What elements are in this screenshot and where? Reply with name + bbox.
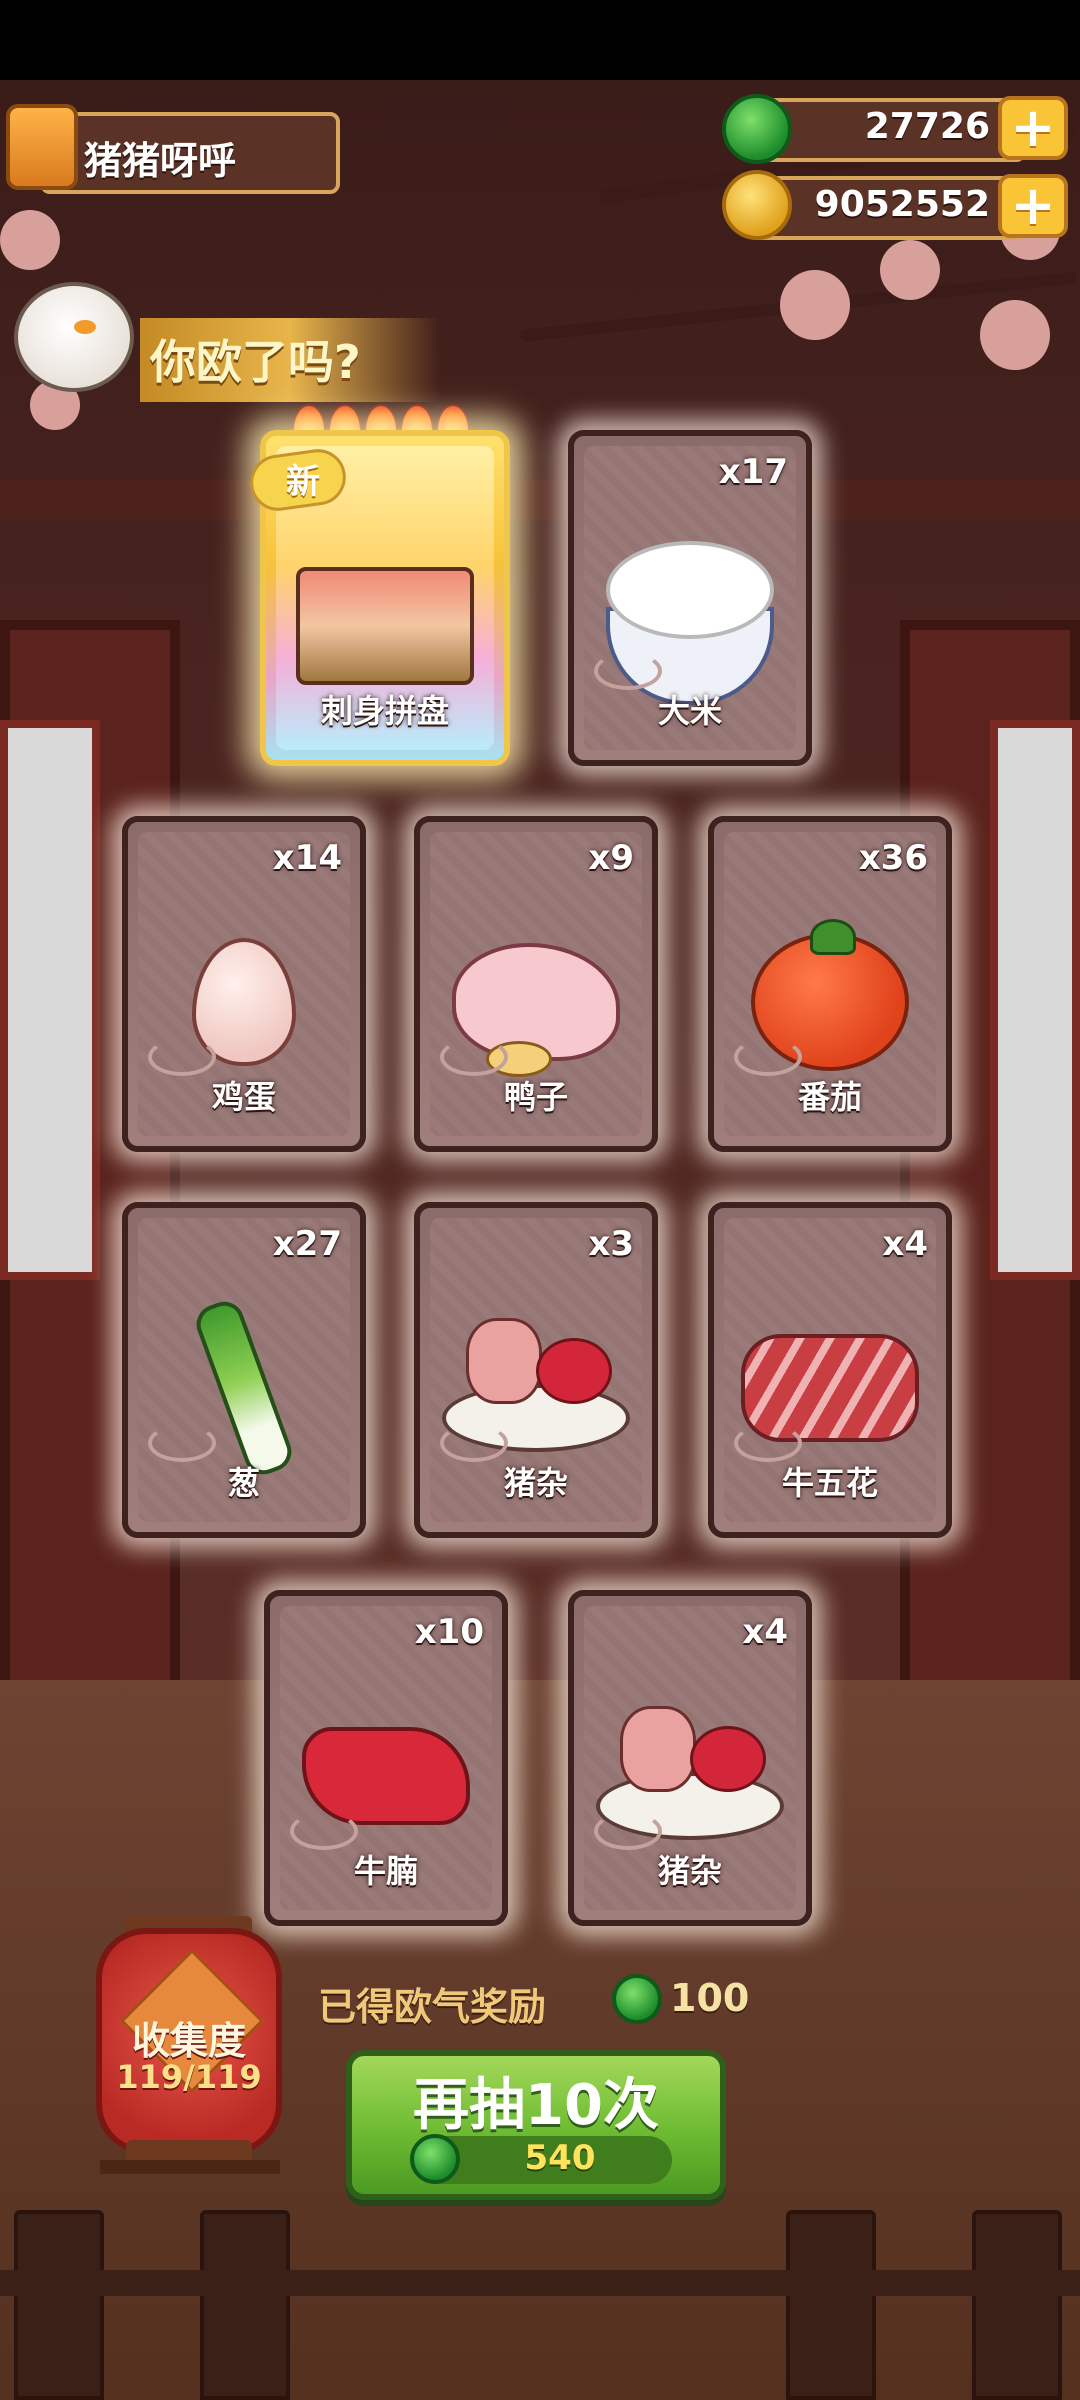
card-swirl-decoration: [594, 652, 662, 690]
card-count: x10: [414, 1612, 484, 1652]
ingredient-card[interactable]: x14 鸡蛋: [122, 816, 366, 1152]
card-swirl-decoration: [148, 1424, 216, 1462]
card-count: x36: [858, 838, 928, 878]
background-window-left: [0, 720, 100, 1280]
card-swirl-decoration: [290, 1812, 358, 1850]
blossom: [0, 210, 60, 270]
ingredient-card[interactable]: x4 猪杂: [568, 1590, 812, 1926]
draw-again-label: 再抽10次: [413, 2073, 659, 2138]
ingredient-card[interactable]: x17 大米: [568, 430, 812, 766]
collection-label: 收集度: [131, 2019, 246, 2063]
fence-rail: [0, 2270, 1080, 2296]
status-bar: [0, 0, 1080, 80]
blossom: [980, 300, 1050, 370]
card-name: 葱: [227, 1464, 260, 1502]
ingredient-card[interactable]: x10 牛腩: [264, 1590, 508, 1926]
card-name: 鸡蛋: [211, 1078, 276, 1116]
card-swirl-decoration: [440, 1424, 508, 1462]
card-count: x17: [718, 452, 788, 492]
gem-icon: [612, 1974, 662, 2024]
gem-value: 27726: [864, 106, 990, 147]
fence-post: [14, 2210, 104, 2400]
card-swirl-decoration: [734, 1424, 802, 1462]
card-name: 番茄: [797, 1078, 862, 1116]
background-window-right: [990, 720, 1080, 1280]
card-name: 猪杂: [657, 1852, 722, 1890]
card-swirl-decoration: [148, 1038, 216, 1076]
avatar[interactable]: [6, 104, 78, 190]
ingredient-card[interactable]: x36 番茄: [708, 816, 952, 1152]
card-name: 鸭子: [503, 1078, 568, 1116]
card-count: x4: [742, 1612, 788, 1652]
reward-value: 100: [670, 1976, 750, 2020]
new-badge: 新: [286, 462, 320, 502]
ingredient-card[interactable]: x9 鸭子: [414, 816, 658, 1152]
card-name: 猪杂: [503, 1464, 568, 1502]
fence-post: [200, 2210, 290, 2400]
player-name: 猪猪呀呼: [84, 139, 237, 183]
reward-label: 已得欧气奖励: [318, 1985, 547, 2029]
card-count: x14: [272, 838, 342, 878]
lantern-stand: [100, 2160, 280, 2174]
collection-value: 119/119: [116, 2058, 262, 2096]
blossom: [780, 270, 850, 340]
ingredient-card[interactable]: x3 猪杂: [414, 1202, 658, 1538]
chick-beak-icon: [74, 320, 96, 334]
card-swirl-decoration: [440, 1038, 508, 1076]
card-name: 牛五花: [781, 1464, 878, 1502]
banner-text: 你欧了吗?: [150, 335, 361, 389]
card-count: x9: [588, 838, 634, 878]
coin-icon: [722, 170, 792, 240]
blossom: [880, 240, 940, 300]
card-name: 牛腩: [353, 1852, 418, 1890]
background-beam: [0, 480, 1080, 520]
gem-icon: [722, 94, 792, 164]
draw-cost-value: 540: [524, 2138, 596, 2178]
ingredient-card[interactable]: x4 牛五花: [708, 1202, 952, 1538]
card-count: x3: [588, 1224, 634, 1264]
card-swirl-decoration: [734, 1038, 802, 1076]
card-count: x27: [272, 1224, 342, 1264]
chick-mascot-icon: [14, 282, 134, 392]
fence-post: [972, 2210, 1062, 2400]
card-name: 刺身拼盘: [320, 692, 449, 730]
card-name: 大米: [657, 692, 722, 730]
card-count: x4: [882, 1224, 928, 1264]
card-swirl-decoration: [594, 1812, 662, 1850]
coin-value: 9052552: [814, 184, 990, 225]
add-gems-button[interactable]: +: [998, 96, 1068, 160]
fence-post: [786, 2210, 876, 2400]
add-coins-button[interactable]: +: [998, 174, 1068, 238]
ingredient-card[interactable]: x27 葱: [122, 1202, 366, 1538]
